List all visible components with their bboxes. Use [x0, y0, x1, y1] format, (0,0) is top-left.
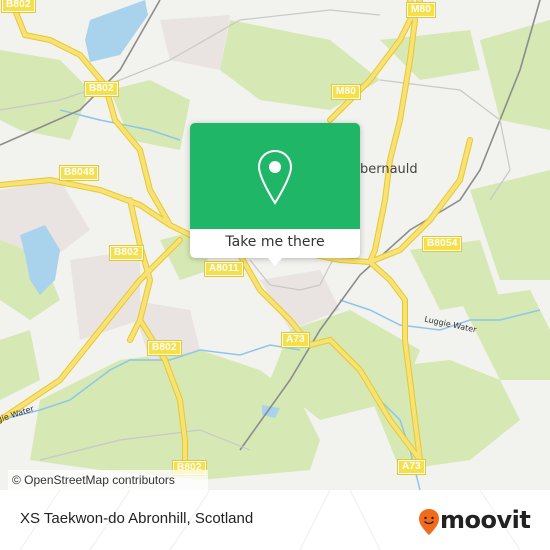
- map-pin-icon: [257, 149, 293, 205]
- road-label-a73: A73: [281, 332, 310, 348]
- road-label-a73: A73: [397, 459, 426, 475]
- map-attribution[interactable]: © OpenStreetMap contributors: [8, 470, 208, 490]
- place-title: XS Taekwon-do Abronhill, Scotland: [20, 510, 254, 527]
- moovit-pin-icon: [419, 509, 439, 535]
- road-label-b802: B802: [109, 245, 144, 261]
- road-label-b802: B802: [84, 81, 119, 97]
- location-popup: Take me there: [190, 123, 360, 266]
- road-label-b8048: B8048: [58, 165, 100, 181]
- moovit-wordmark: moovit: [440, 506, 531, 534]
- road-label-b802: B802: [1, 0, 36, 13]
- popup-header: [190, 123, 360, 229]
- road-label-m80: M80: [330, 84, 362, 100]
- take-me-there-button[interactable]: Take me there: [190, 229, 360, 258]
- road-label-b802: B802: [147, 340, 182, 356]
- road-label-a8011: A8011: [204, 261, 244, 277]
- moovit-logo[interactable]: moovit: [418, 505, 533, 537]
- popup-pointer: [267, 257, 283, 266]
- road-label-b8054: B8054: [421, 236, 463, 252]
- road-label-m80: M80: [405, 2, 437, 18]
